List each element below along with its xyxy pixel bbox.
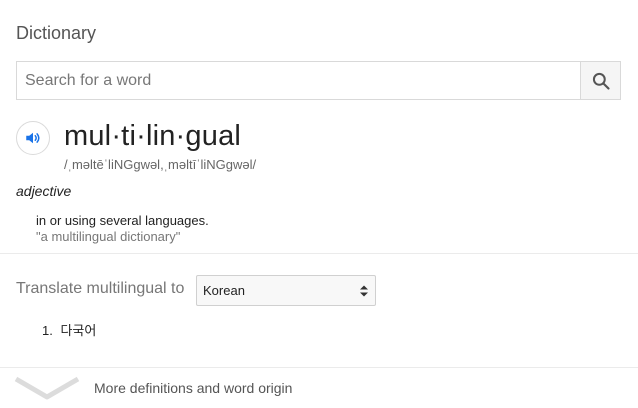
headword: mul·ti·lin·gual <box>64 120 242 152</box>
search-icon <box>592 72 610 90</box>
pronunciation-button[interactable] <box>16 121 50 155</box>
definition-text: in or using several languages. <box>36 213 209 228</box>
definition-example: "a multilingual dictionary" <box>36 229 181 244</box>
section-divider <box>0 253 638 254</box>
select-arrows-icon <box>360 285 368 296</box>
translation-text: 다국어 <box>60 323 97 338</box>
translation-number: 1. <box>42 323 53 338</box>
translate-label: Translate multilingual to <box>16 280 185 297</box>
search-box <box>16 61 621 100</box>
chevron-down-icon <box>14 376 80 400</box>
language-select-value: Korean <box>203 283 245 298</box>
part-of-speech: adjective <box>16 183 72 199</box>
more-definitions-label: More definitions and word origin <box>94 380 293 396</box>
speaker-icon <box>26 132 40 144</box>
translation-list: 1. 다국어 <box>42 320 96 339</box>
search-button[interactable] <box>580 62 620 99</box>
search-input[interactable] <box>17 62 580 99</box>
more-definitions-button[interactable]: More definitions and word origin <box>0 368 638 408</box>
phonetic-spelling: /ˌməltēˈliNGɡwəl,ˌməltīˈliNGɡwəl/ <box>64 157 257 172</box>
dictionary-title: Dictionary <box>16 23 97 43</box>
dictionary-card: Dictionary mul·ti·lin·gual /ˌməltēˈliNGɡ… <box>0 0 638 408</box>
translation-item: 1. 다국어 <box>42 320 96 339</box>
language-select[interactable]: Korean <box>196 275 376 306</box>
